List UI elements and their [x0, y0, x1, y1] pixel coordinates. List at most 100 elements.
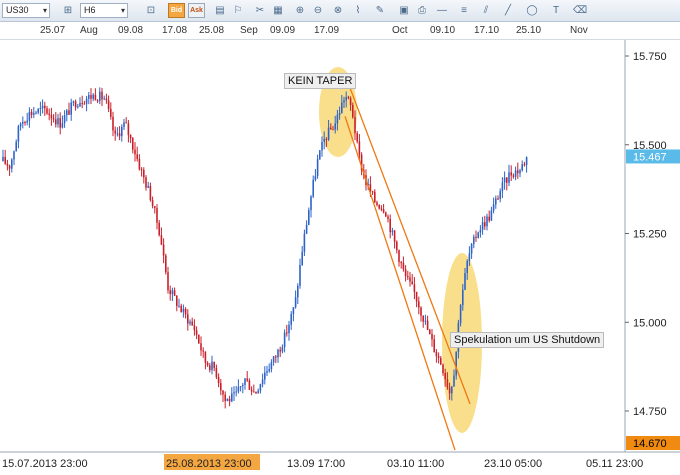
candle-down	[250, 389, 253, 392]
candle-up	[61, 123, 64, 128]
candle-up	[299, 264, 301, 286]
candle-up	[39, 108, 42, 110]
timeframe-select[interactable]: H6 ▾	[80, 3, 128, 18]
candle-up	[79, 103, 81, 107]
candle-down	[437, 356, 440, 358]
ellipse-icon[interactable]: ◯	[524, 3, 540, 18]
candle-down	[407, 276, 409, 278]
text-icon[interactable]: T	[548, 3, 564, 18]
candle-down	[422, 315, 424, 322]
candle-down	[374, 191, 376, 203]
top-axis-label: 09.08	[118, 25, 144, 36]
candle-down	[165, 255, 167, 273]
top-axis-label: 25.07	[40, 25, 66, 36]
candle-down	[81, 103, 83, 105]
chevron-down-icon: ▾	[42, 6, 47, 15]
candle-down	[435, 352, 438, 357]
candle-up	[499, 191, 501, 200]
symbol-select[interactable]: US30 ▾	[2, 3, 50, 18]
channel-icon[interactable]: ⫽	[478, 3, 494, 18]
ruler-icon[interactable]: ⌇	[350, 3, 366, 18]
candle-down	[376, 202, 378, 205]
candle-down	[6, 163, 9, 166]
candle-down	[418, 301, 420, 308]
scissors-icon[interactable]: ✂	[252, 3, 268, 18]
candle-down	[517, 170, 519, 174]
candle-down	[204, 351, 207, 363]
candle-down	[448, 387, 451, 394]
top-axis-label: Sep	[240, 25, 258, 36]
screenshot-icon[interactable]: ▣	[396, 3, 412, 18]
indicator-icon[interactable]: ▤	[212, 3, 228, 18]
print-icon[interactable]: ⎙	[414, 3, 430, 18]
candle-up	[486, 216, 488, 227]
candle-up	[453, 375, 455, 387]
bid-button[interactable]: Bid	[168, 3, 185, 18]
candle-up	[290, 314, 292, 325]
candle-up	[501, 182, 504, 192]
eraser-icon[interactable]: ⌫	[572, 3, 588, 18]
candle-down	[132, 138, 134, 150]
line-chart-icon[interactable]: ⊡	[143, 3, 159, 18]
template-icon[interactable]: ▦	[270, 3, 286, 18]
candle-down	[349, 98, 352, 106]
chevron-down-icon: ▾	[120, 6, 125, 15]
candle-down	[224, 394, 226, 401]
draw-tool-icon[interactable]: ⚐	[230, 3, 246, 18]
candle-down	[413, 284, 416, 292]
candle-down	[198, 334, 200, 344]
candle-up	[308, 210, 310, 225]
candle-down	[354, 117, 356, 134]
candle-up	[66, 110, 68, 116]
candle-down	[286, 332, 288, 334]
trendline-icon[interactable]: ╱	[500, 3, 516, 18]
candle-up	[462, 289, 464, 306]
candle-up	[519, 170, 521, 174]
symbol-value: US30	[6, 5, 29, 15]
candle-down	[255, 391, 257, 394]
crosshair-icon[interactable]: ⊗	[330, 3, 346, 18]
horizontal-line-icon[interactable]: —	[434, 3, 450, 18]
candle-down	[356, 133, 358, 142]
price-chart[interactable]: 15.75015.50015.25015.00014.75015.46714.6…	[0, 40, 680, 475]
candle-up	[492, 204, 495, 211]
candle-up	[99, 91, 101, 102]
candle-up	[521, 164, 523, 171]
candle-down	[484, 222, 486, 227]
ask-button[interactable]: Ask	[188, 3, 205, 18]
candle-up	[514, 170, 517, 177]
candle-down	[411, 281, 413, 285]
y-tick-label: 15.000	[633, 317, 667, 329]
top-axis-label: 25.08	[199, 25, 225, 36]
pencil-icon[interactable]: ✎	[372, 3, 388, 18]
candle-down	[180, 305, 182, 312]
zoom-out-icon[interactable]: ⊖	[310, 3, 326, 18]
candle-up	[57, 118, 59, 125]
candle-up	[270, 362, 273, 370]
candle-up	[323, 138, 325, 142]
candle-up	[171, 290, 174, 295]
candle-down	[105, 98, 108, 101]
candle-down	[347, 97, 350, 99]
candle-up	[2, 156, 4, 162]
menu-lines-icon[interactable]: ≡	[456, 3, 472, 18]
zoom-in-icon[interactable]: ⊕	[292, 3, 308, 18]
candle-up	[264, 372, 266, 380]
candle-down	[396, 241, 398, 251]
candle-down	[497, 198, 499, 200]
chart-type-icon[interactable]: ⊞	[60, 3, 76, 18]
chart-toolbar: US30 ▾ ⊞ H6 ▾ ⊡ Bid Ask ▤ ⚐ ✂ ▦ ⊕ ⊖ ⊗ ⌇ …	[0, 0, 680, 22]
candle-up	[319, 150, 321, 160]
candle-down	[74, 101, 77, 108]
candle-up	[239, 386, 242, 388]
candle-down	[385, 212, 387, 217]
candle-down	[173, 290, 176, 296]
candle-up	[235, 391, 237, 393]
candle-up	[226, 398, 229, 401]
candle-up	[237, 386, 240, 392]
candle-down	[101, 91, 103, 100]
top-axis-label: Nov	[570, 25, 588, 36]
candle-down	[510, 172, 512, 176]
candle-down	[156, 208, 158, 223]
x-tick-label: 25.08.2013 23:00	[166, 458, 252, 470]
